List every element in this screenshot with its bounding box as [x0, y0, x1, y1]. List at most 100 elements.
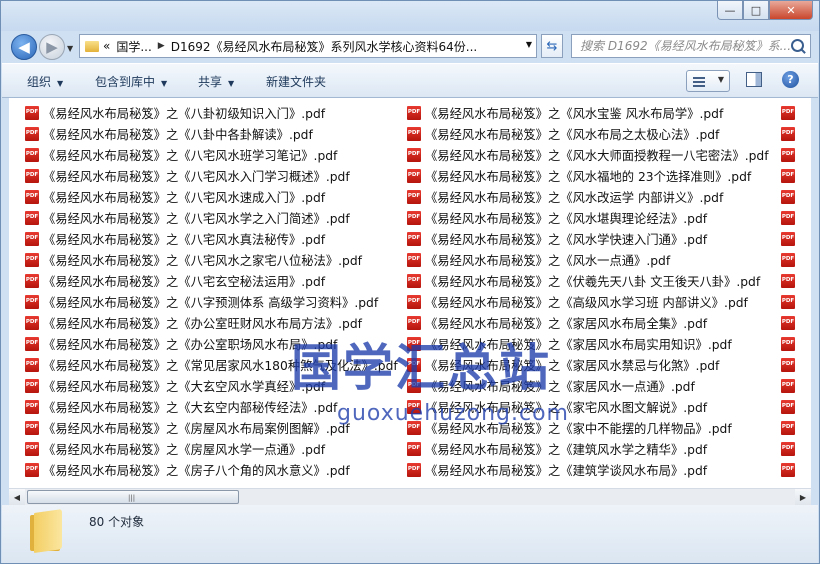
- pdf-file-icon: [781, 336, 795, 351]
- file-item[interactable]: [781, 102, 799, 123]
- file-name: 《易经风水布局秘笈》之《伏羲先天八卦 文王後天八卦》.pdf: [425, 274, 761, 289]
- pdf-file-icon: [407, 168, 421, 183]
- command-bar: 组织 ▼ 包含到库中 ▼ 共享 ▼ 新建文件夹 ▼ ?: [2, 63, 818, 98]
- breadcrumb-separator-icon[interactable]: ▶: [158, 41, 165, 51]
- file-item[interactable]: 《易经风水布局秘笈》之《建筑风水学之精华》.pdf: [407, 438, 707, 459]
- back-button[interactable]: ◀: [11, 34, 37, 60]
- file-item[interactable]: 《易经风水布局秘笈》之《八宅风水之家宅八位秘法》.pdf: [25, 249, 362, 270]
- file-item[interactable]: 《易经风水布局秘笈》之《八宅风水班学习笔记》.pdf: [25, 144, 337, 165]
- file-name: 《易经风水布局秘笈》之《风水布局之太极心法》.pdf: [425, 127, 720, 142]
- file-item[interactable]: 《易经风水布局秘笈》之《房屋风水布局案例图解》.pdf: [25, 417, 350, 438]
- pdf-file-icon: [781, 126, 795, 141]
- pdf-file-icon: [25, 420, 39, 435]
- file-item[interactable]: [781, 123, 799, 144]
- breadcrumb-root[interactable]: 国学...: [116, 38, 151, 55]
- file-item[interactable]: 《易经风水布局秘笈》之《八宅风水入门学习概述》.pdf: [25, 165, 350, 186]
- file-item[interactable]: 《易经风水布局秘笈》之《风水堪舆理论经法》.pdf: [407, 207, 707, 228]
- search-icon[interactable]: [791, 39, 804, 52]
- file-item[interactable]: [781, 375, 799, 396]
- file-name: 《易经风水布局秘笈》之《高级风水学习班 内部讲义》.pdf: [425, 295, 748, 310]
- file-item[interactable]: 《易经风水布局秘笈》之《房子八个角的风水意义》.pdf: [25, 459, 350, 480]
- minimize-button[interactable]: —: [717, 1, 743, 20]
- file-name: 《易经风水布局秘笈》之《风水大师面授教程一八宅密法》.pdf: [425, 148, 769, 163]
- pdf-file-icon: [25, 189, 39, 204]
- file-item[interactable]: [781, 438, 799, 459]
- scroll-left-button[interactable]: ◀: [9, 489, 25, 505]
- file-item[interactable]: 《易经风水布局秘笈》之《风水学快速入门通》.pdf: [407, 228, 707, 249]
- pdf-file-icon: [25, 147, 39, 162]
- file-item[interactable]: 《易经风水布局秘笈》之《大玄空风水学真经》.pdf: [25, 375, 325, 396]
- recent-pages-dropdown-icon[interactable]: ▼: [67, 44, 73, 53]
- file-item[interactable]: 《易经风水布局秘笈》之《伏羲先天八卦 文王後天八卦》.pdf: [407, 270, 760, 291]
- file-name: 《易经风水布局秘笈》之《八宅风水班学习笔记》.pdf: [43, 148, 338, 163]
- file-item[interactable]: 《易经风水布局秘笈》之《八宅风水真法秘传》.pdf: [25, 228, 325, 249]
- file-item[interactable]: 《易经风水布局秘笈》之《风水福地的 23个选择准则》.pdf: [407, 165, 751, 186]
- file-item[interactable]: [781, 228, 799, 249]
- address-overflow[interactable]: «: [103, 39, 110, 53]
- file-item[interactable]: 《易经风水布局秘笈》之《八字预测体系 高级学习资料》.pdf: [25, 291, 378, 312]
- change-view-button[interactable]: ▼: [686, 70, 730, 92]
- share-menu[interactable]: 共享 ▼: [198, 73, 234, 90]
- file-item[interactable]: 《易经风水布局秘笈》之《风水布局之太极心法》.pdf: [407, 123, 719, 144]
- file-name: 《易经风水布局秘笈》之《八卦中各卦解读》.pdf: [43, 127, 313, 142]
- file-item[interactable]: 《易经风水布局秘笈》之《八卦中各卦解读》.pdf: [25, 123, 313, 144]
- pdf-file-icon: [407, 210, 421, 225]
- forward-button[interactable]: ▶: [39, 34, 65, 60]
- file-item[interactable]: [781, 417, 799, 438]
- file-item[interactable]: 《易经风水布局秘笈》之《八宅风水学之入门简述》.pdf: [25, 207, 350, 228]
- file-item[interactable]: 《易经风水布局秘笈》之《风水一点通》.pdf: [407, 249, 670, 270]
- file-item[interactable]: [781, 186, 799, 207]
- search-input[interactable]: 搜索 D1692《易经风水布局秘笈》系...: [571, 34, 811, 58]
- folder-icon: [30, 509, 62, 553]
- file-item[interactable]: 《易经风水布局秘笈》之《风水大师面授教程一八宅密法》.pdf: [407, 144, 769, 165]
- file-item[interactable]: [781, 207, 799, 228]
- file-item[interactable]: 《易经风水布局秘笈》之《高级风水学习班 内部讲义》.pdf: [407, 291, 748, 312]
- file-item[interactable]: [781, 270, 799, 291]
- pdf-file-icon: [407, 294, 421, 309]
- pdf-file-icon: [25, 294, 39, 309]
- file-item[interactable]: [781, 396, 799, 417]
- file-item[interactable]: 《易经风水布局秘笈》之《风水改运学 内部讲义》.pdf: [407, 186, 723, 207]
- address-bar[interactable]: « 国学... ▶ D1692《易经风水布局秘笈》系列风水学核心资料64份...…: [79, 34, 537, 58]
- scroll-right-button[interactable]: ▶: [795, 489, 811, 505]
- preview-pane-icon[interactable]: [746, 72, 762, 87]
- file-item[interactable]: 《易经风水布局秘笈》之《八卦初级知识入门》.pdf: [25, 102, 325, 123]
- file-item[interactable]: [781, 249, 799, 270]
- file-item[interactable]: [781, 144, 799, 165]
- file-item[interactable]: [781, 333, 799, 354]
- organize-menu[interactable]: 组织 ▼: [27, 73, 63, 90]
- file-name: 《易经风水布局秘笈》之《风水改运学 内部讲义》.pdf: [425, 190, 724, 205]
- file-item[interactable]: [781, 312, 799, 333]
- file-name: 《易经风水布局秘笈》之《八字预测体系 高级学习资料》.pdf: [43, 295, 379, 310]
- breadcrumb-current[interactable]: D1692《易经风水布局秘笈》系列风水学核心资料64份...: [171, 38, 478, 55]
- pdf-file-icon: [407, 189, 421, 204]
- pdf-file-icon: [407, 126, 421, 141]
- file-item[interactable]: [781, 354, 799, 375]
- file-item[interactable]: 《易经风水布局秘笈》之《八宅玄空秘法运用》.pdf: [25, 270, 325, 291]
- file-list[interactable]: 《易经风水布局秘笈》之《八卦初级知识入门》.pdf 《易经风水布局秘笈》之《八卦中…: [9, 98, 811, 488]
- horizontal-scrollbar[interactable]: ◀ ||| ▶: [9, 488, 811, 505]
- help-button[interactable]: ?: [782, 71, 799, 88]
- file-item[interactable]: 《易经风水布局秘笈》之《建筑学谈风水布局》.pdf: [407, 459, 707, 480]
- file-item[interactable]: [781, 459, 799, 480]
- file-item[interactable]: [781, 165, 799, 186]
- file-name: 《易经风水布局秘笈》之《房屋风水学一点通》.pdf: [43, 442, 326, 457]
- address-dropdown-icon[interactable]: ▼: [526, 40, 532, 49]
- refresh-button[interactable]: ⇆: [541, 34, 563, 58]
- pdf-file-icon: [781, 399, 795, 414]
- close-button[interactable]: ✕: [769, 1, 813, 20]
- file-item[interactable]: [781, 291, 799, 312]
- file-item[interactable]: 《易经风水布局秘笈》之《风水宝鉴 风水布局学》.pdf: [407, 102, 723, 123]
- explorer-window: — □ ✕ ◀ ▶ ▼ « 国学... ▶ D1692《易经风水布局秘笈》系列风…: [0, 0, 820, 564]
- details-pane: 80 个对象: [2, 505, 818, 563]
- file-item[interactable]: 《易经风水布局秘笈》之《房屋风水学一点通》.pdf: [25, 438, 325, 459]
- pdf-file-icon: [781, 105, 795, 120]
- maximize-button[interactable]: □: [743, 1, 769, 20]
- scroll-thumb[interactable]: |||: [27, 490, 239, 504]
- pdf-file-icon: [781, 168, 795, 183]
- include-in-library-menu[interactable]: 包含到库中 ▼: [95, 73, 167, 90]
- pdf-file-icon: [407, 147, 421, 162]
- pdf-file-icon: [25, 105, 39, 120]
- file-item[interactable]: 《易经风水布局秘笈》之《八宅风水速成入门》.pdf: [25, 186, 325, 207]
- new-folder-button[interactable]: 新建文件夹: [266, 73, 326, 90]
